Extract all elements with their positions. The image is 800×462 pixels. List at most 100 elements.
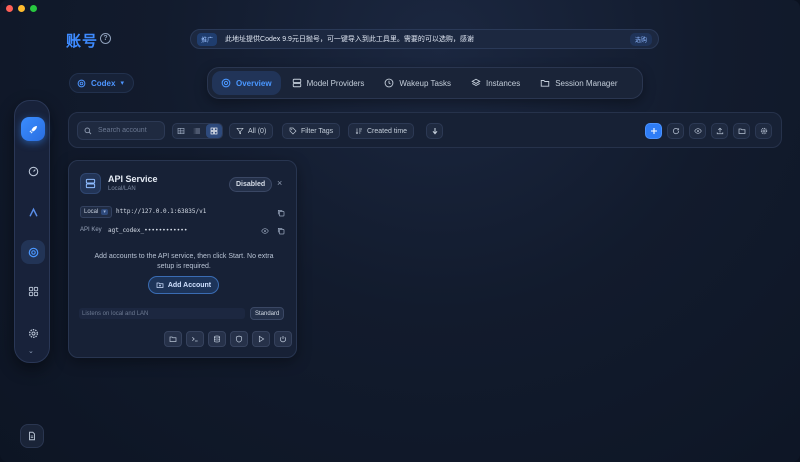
table-icon (177, 128, 185, 134)
empty-state-message: Add accounts to the API service, then cl… (94, 253, 274, 270)
power-icon (279, 336, 287, 343)
add-account-button[interactable] (645, 123, 662, 139)
play-icon (258, 335, 265, 343)
database-icon (214, 335, 220, 343)
folder-plus-icon (156, 282, 164, 288)
toolbar-settings-button[interactable] (755, 123, 772, 139)
chevron-down-icon: ▾ (101, 209, 108, 215)
app-window: 账号 ? 推广 此地址提供Codex 9.9元日抛号，可一键导入到此工具里。需要… (0, 0, 800, 462)
document-button[interactable] (20, 424, 44, 448)
status-toggle[interactable]: Disabled (229, 177, 273, 192)
platform-select-value: Codex (91, 78, 116, 88)
openai-icon (221, 78, 231, 88)
sidebar-item-codex[interactable] (21, 240, 45, 264)
grid-icon (210, 127, 218, 135)
terminal-button[interactable] (186, 331, 204, 347)
security-button[interactable] (230, 331, 248, 347)
gauge-icon (28, 166, 38, 176)
sidebar-item-dashboard[interactable] (21, 159, 45, 183)
tab-label: Session Manager (555, 78, 618, 88)
api-key-value: agt_codex_•••••••••••• (108, 227, 188, 234)
purchase-button[interactable]: 选购 (629, 32, 652, 46)
filter-all-button[interactable]: All (0) (229, 123, 274, 139)
window-controls (6, 5, 37, 12)
refresh-icon (672, 128, 679, 135)
service-url: http://127.0.0.1:63835/v1 (116, 208, 207, 215)
copy-url-icon[interactable] (277, 209, 285, 217)
tab-label: Overview (236, 78, 272, 88)
sort-direction-button[interactable] (426, 123, 443, 139)
sort-button[interactable]: Created time (348, 123, 415, 139)
export-button[interactable] (711, 123, 728, 139)
platform-select[interactable]: Codex ▾ (69, 73, 134, 93)
search-input[interactable] (98, 127, 158, 134)
sort-label: Created time (367, 127, 408, 135)
scope-value: Local (84, 209, 99, 215)
visibility-button[interactable] (689, 123, 706, 139)
close-icon[interactable]: × (277, 178, 282, 188)
gear-icon (760, 127, 767, 135)
sidebar-item-settings[interactable] (21, 321, 45, 345)
sidebar-item-launch[interactable] (21, 117, 45, 141)
terminal-icon (192, 337, 198, 342)
listen-address-field[interactable]: Listens on local and LAN (79, 308, 245, 319)
sort-icon (355, 128, 362, 135)
server-icon (292, 78, 301, 88)
folder-icon (541, 80, 550, 87)
tab-label: Model Providers (306, 78, 365, 88)
add-account-button[interactable]: Add Account (148, 276, 219, 294)
server-icon (80, 173, 101, 194)
folder-icon (738, 128, 745, 134)
mode-select[interactable]: Standard (250, 307, 285, 320)
gear-icon (28, 328, 38, 338)
maximize-window-button[interactable] (30, 5, 37, 12)
shield-icon (235, 335, 243, 343)
tab-model-providers[interactable]: Model Providers (283, 71, 374, 95)
upload-icon (716, 127, 723, 135)
filter-tags-label: Filter Tags (301, 127, 334, 135)
chevron-down-icon: ▾ (120, 80, 124, 87)
openai-icon (77, 79, 86, 87)
tab-instances[interactable]: Instances (462, 71, 529, 95)
card-title: API Service (108, 174, 158, 184)
view-table-button[interactable] (173, 124, 189, 138)
eye-icon[interactable] (261, 227, 269, 235)
eye-icon (693, 128, 702, 134)
tab-label: Instances (485, 78, 521, 88)
account-toolbar: All (0) Filter Tags Created time (68, 112, 782, 148)
power-button[interactable] (274, 331, 292, 347)
sidebar-item-apps[interactable] (21, 279, 45, 303)
view-list-button[interactable] (189, 124, 205, 138)
open-folder-button[interactable] (164, 331, 182, 347)
question-circle-icon[interactable]: ? (100, 33, 111, 44)
antigravity-icon (29, 207, 37, 216)
main-tabs: Overview Model Providers Wakeup Tasks In… (207, 67, 643, 99)
view-grid-button[interactable] (205, 124, 222, 138)
scope-select[interactable]: Local ▾ (80, 206, 112, 218)
page-title: 账号 (66, 33, 99, 50)
plus-icon (650, 128, 657, 134)
card-subtitle: Local/LAN (108, 186, 136, 192)
tab-wakeup-tasks[interactable]: Wakeup Tasks (375, 71, 460, 95)
announcement-bar: 推广 此地址提供Codex 9.9元日抛号，可一键导入到此工具里。需要的可以选购… (190, 29, 659, 49)
close-window-button[interactable] (6, 5, 13, 12)
database-button[interactable] (208, 331, 226, 347)
tab-session-manager[interactable]: Session Manager (531, 71, 626, 95)
refresh-button[interactable] (667, 123, 684, 139)
filter-tags-button[interactable]: Filter Tags (282, 123, 341, 139)
minimize-window-button[interactable] (18, 5, 25, 12)
grid-icon (28, 286, 38, 296)
arrow-down-icon (432, 128, 437, 135)
sidebar: ⌄ (14, 100, 50, 363)
add-account-label: Add Account (167, 281, 212, 289)
copy-key-icon[interactable] (277, 227, 285, 235)
openai-icon (28, 247, 38, 257)
tab-overview[interactable]: Overview (212, 71, 281, 95)
chevron-down-icon[interactable]: ⌄ (28, 347, 34, 355)
start-button[interactable] (252, 331, 270, 347)
tab-label: Wakeup Tasks (399, 78, 451, 88)
open-folder-button[interactable] (733, 123, 750, 139)
sidebar-item-antigravity[interactable] (21, 200, 45, 224)
document-icon (29, 431, 35, 441)
clock-icon (385, 78, 394, 88)
